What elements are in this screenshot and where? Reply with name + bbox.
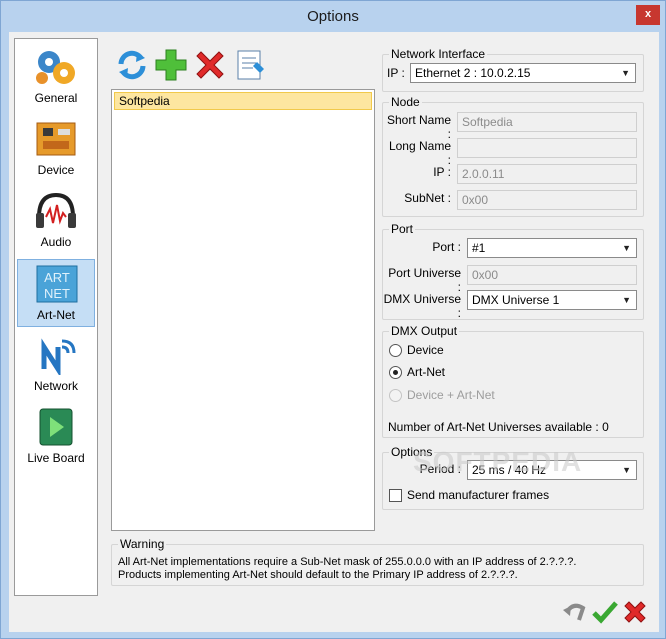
radio-device[interactable] <box>389 344 402 357</box>
sidebar-item-network[interactable]: Network <box>17 331 95 399</box>
group-title: Network Interface <box>389 47 488 61</box>
dmx-output-group: DMX Output Device Art-Net Device + Art-N… <box>382 324 644 438</box>
port-label: Port : <box>432 240 461 254</box>
delete-icon[interactable] <box>193 48 227 82</box>
chevron-down-icon: ▼ <box>621 68 630 78</box>
sidebar-item-label: Network <box>33 379 78 393</box>
chevron-down-icon: ▼ <box>622 243 631 253</box>
chevron-down-icon: ▼ <box>622 295 631 305</box>
warning-line-1: All Art-Net implementations require a Su… <box>118 556 577 568</box>
sidebar-item-live-board[interactable]: Live Board <box>17 403 95 471</box>
options-window: Options x General Device Audio ART NET A… <box>0 0 666 639</box>
port-universe-label: Port Universe : <box>388 266 461 294</box>
group-title: Warning <box>118 537 167 551</box>
headphones-icon <box>36 192 76 228</box>
select-value: #1 <box>472 241 486 255</box>
long-name-field[interactable] <box>457 138 637 158</box>
send-manufacturer-label: Send manufacturer frames <box>407 488 550 502</box>
short-name-label: Short Name : <box>386 113 451 141</box>
window-title: Options <box>307 8 359 25</box>
subnet-label: SubNet : <box>404 191 451 205</box>
title-bar: Options x <box>1 1 665 33</box>
dmx-universe-label: DMX Universe : <box>383 292 461 320</box>
port-select[interactable]: #1 ▼ <box>467 238 637 258</box>
radio-device-art-net <box>389 389 402 402</box>
play-board-icon <box>39 408 73 446</box>
group-title: Port <box>389 222 416 236</box>
ok-check-icon[interactable] <box>591 598 619 626</box>
select-value: DMX Universe 1 <box>472 293 560 307</box>
select-value: Ethernet 2 : 10.0.2.15 <box>415 66 531 80</box>
node-group: Node Short Name : Softpedia Long Name : … <box>382 95 644 217</box>
port-universe-field[interactable]: 0x00 <box>467 265 637 285</box>
radio-art-net[interactable] <box>389 366 402 379</box>
svg-text:NET: NET <box>44 286 70 301</box>
gears-icon <box>36 51 75 84</box>
sidebar-item-label: General <box>34 91 78 105</box>
sidebar-item-general[interactable]: General <box>17 43 95 111</box>
sidebar-item-art-net[interactable]: ART NET Art-Net <box>17 259 95 327</box>
cancel-x-icon[interactable] <box>621 598 649 626</box>
list-item[interactable]: Softpedia <box>114 92 372 110</box>
svg-text:ART: ART <box>44 270 70 285</box>
network-interface-group: Network Interface IP : Ethernet 2 : 10.0… <box>382 47 644 92</box>
warning-group: Warning All Art-Net implementations requ… <box>111 537 644 586</box>
network-icon <box>41 338 76 375</box>
client-area: General Device Audio ART NET Art-Net Net… <box>9 32 659 632</box>
undo-icon[interactable] <box>561 598 589 626</box>
sidebar-item-audio[interactable]: Audio <box>17 187 95 255</box>
artnet-logo-icon: ART NET <box>36 265 78 303</box>
radio-device-art-net-label: Device + Art-Net <box>407 388 495 402</box>
close-button[interactable]: x <box>636 5 660 25</box>
circuit-board-icon <box>36 122 76 156</box>
subnet-field[interactable]: 0x00 <box>457 190 637 210</box>
softpedia-watermark: SOFTPEDIA <box>413 446 583 477</box>
warning-line-2: Products implementing Art-Net should def… <box>118 569 518 581</box>
sidebar-item-label: Device <box>37 163 75 177</box>
network-interface-select[interactable]: Ethernet 2 : 10.0.2.15 ▼ <box>410 63 636 83</box>
sidebar-item-device[interactable]: Device <box>17 115 95 183</box>
group-title: DMX Output <box>389 324 460 338</box>
sidebar-item-label: Art-Net <box>36 308 75 322</box>
radio-device-label: Device <box>407 343 444 357</box>
sidebar-item-label: Live Board <box>27 451 85 465</box>
send-manufacturer-checkbox[interactable] <box>389 489 402 502</box>
refresh-icon[interactable] <box>115 48 149 82</box>
add-icon[interactable] <box>154 48 188 82</box>
node-list[interactable]: Softpedia <box>111 89 375 531</box>
node-ip-field[interactable]: 2.0.0.11 <box>457 164 637 184</box>
ip-label: IP : <box>387 66 405 80</box>
chevron-down-icon: ▼ <box>622 465 631 475</box>
category-sidebar: General Device Audio ART NET Art-Net Net… <box>14 38 98 596</box>
long-name-label: Long Name : <box>388 139 451 167</box>
node-ip-label: IP : <box>433 165 451 179</box>
dmx-universe-select[interactable]: DMX Universe 1 ▼ <box>467 290 637 310</box>
radio-art-net-label: Art-Net <box>407 365 446 379</box>
group-title: Node <box>389 95 422 109</box>
universes-available-text: Number of Art-Net Universes available : … <box>388 420 609 434</box>
sidebar-item-label: Audio <box>40 235 72 249</box>
port-group: Port Port : #1 ▼ Port Universe : 0x00 DM… <box>382 222 644 320</box>
edit-document-icon[interactable] <box>233 48 267 82</box>
short-name-field[interactable]: Softpedia <box>457 112 637 132</box>
